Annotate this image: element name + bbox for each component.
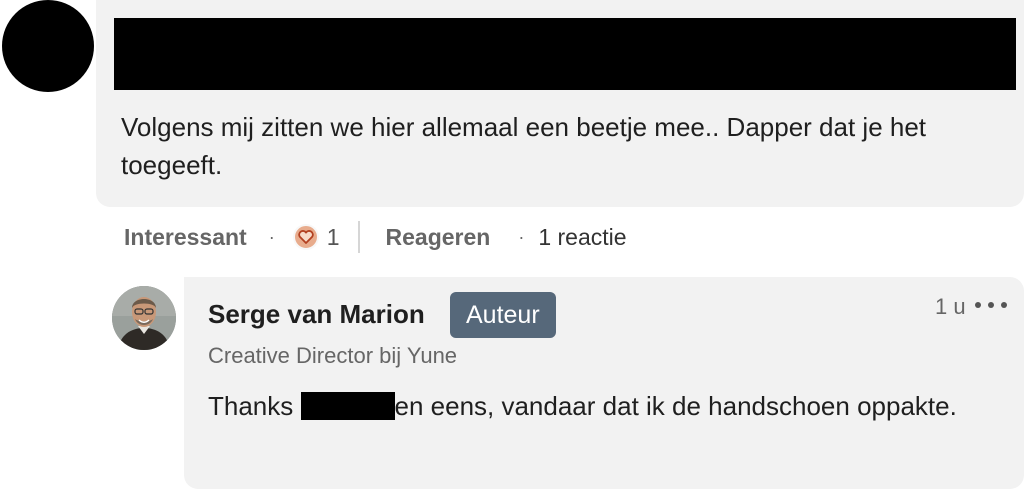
- avatar-photo: [112, 286, 176, 350]
- avatar[interactable]: [112, 286, 176, 350]
- reply-text: Thanks en eens, vandaar dat ik de handsc…: [208, 387, 988, 425]
- heart-icon: [292, 224, 319, 250]
- separator-dot: ·: [268, 226, 275, 247]
- reply-text-end: en eens, vandaar dat ik de handschoen op…: [394, 391, 957, 421]
- timestamp: 1 u: [935, 294, 966, 319]
- separator-dot: ·: [518, 226, 525, 247]
- reply-bubble: Serge van Marion Auteur Creative Directo…: [184, 277, 1024, 489]
- comment-actions-bar: Interessant · 1 Reageren · 1 reactie: [124, 218, 627, 256]
- author-badge: Auteur: [450, 292, 556, 338]
- author-headline: Creative Director bij Yune: [208, 343, 458, 368]
- ellipsis-icon[interactable]: [975, 293, 1007, 317]
- reaction-count: 1: [326, 223, 340, 250]
- comment-bubble: Volgens mij zitten we hier allemaal een …: [96, 0, 1024, 207]
- replies-count-link[interactable]: 1 reactie: [538, 224, 626, 251]
- author-name[interactable]: Serge van Marion: [208, 299, 425, 330]
- comment-text: Volgens mij zitten we hier allemaal een …: [121, 112, 927, 180]
- like-button[interactable]: Interessant: [124, 224, 247, 251]
- commenter-avatar[interactable]: [2, 0, 94, 92]
- reply-text-start: Thanks: [208, 391, 301, 421]
- divider: [357, 221, 360, 253]
- redacted-commenter-info: [114, 18, 1016, 90]
- reply-button[interactable]: Reageren: [386, 224, 491, 251]
- reaction-count-button[interactable]: 1: [292, 223, 340, 251]
- redacted-mention: [300, 392, 395, 420]
